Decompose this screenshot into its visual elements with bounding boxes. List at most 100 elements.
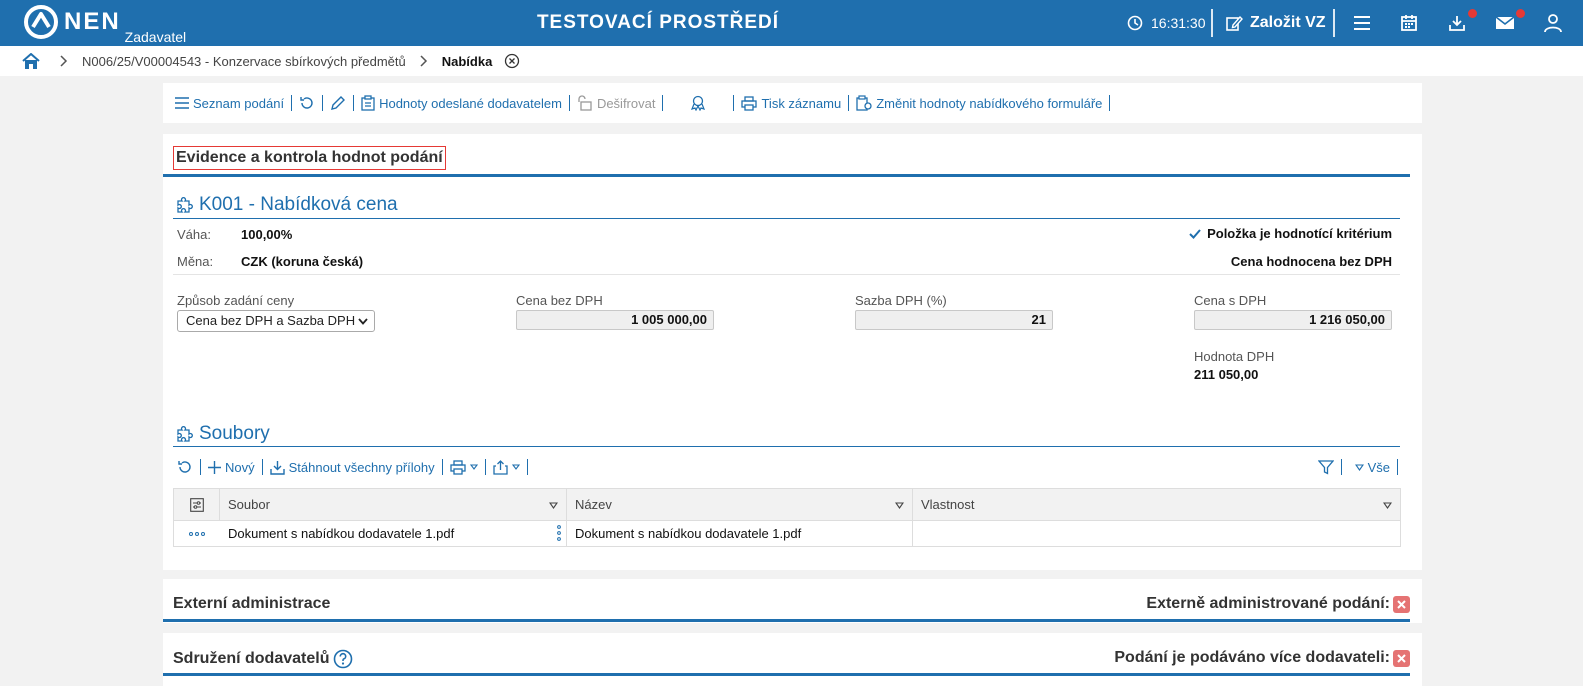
toolbar-divider [291, 95, 293, 111]
weight-value: 100,00% [241, 227, 293, 242]
column-filter-icon[interactable] [1383, 502, 1392, 509]
toolbar-divider [322, 95, 324, 111]
top-bar: NEN Zadavatel TESTOVACÍ PROSTŘEDÍ 16:31:… [0, 0, 1583, 46]
toolbar-divider [526, 459, 528, 475]
column-header-file[interactable]: Soubor [220, 489, 567, 520]
user-button[interactable] [1544, 0, 1562, 46]
award-button[interactable] [666, 95, 730, 111]
evidence-panel: Evidence a kontrola hodnot podání K001 -… [163, 134, 1422, 570]
price-mode-select[interactable]: Cena bez DPH a Sazba DPH [177, 310, 375, 332]
cell-name: Dokument s nabídkou dodavatele 1.pdf [567, 521, 913, 546]
award-icon [691, 95, 706, 111]
table-row[interactable]: Dokument s nabídkou dodavatele 1.pdf Dok… [174, 521, 1400, 546]
change-form-values-button[interactable]: Změnit hodnoty nabídkového formuláře [852, 95, 1106, 111]
menu-button[interactable] [1353, 0, 1371, 46]
section-rule [163, 619, 1410, 622]
toolbar-divider [848, 95, 850, 111]
files-heading: Soubory [175, 423, 270, 445]
breadcrumb-current: Nabídka [441, 53, 493, 69]
refresh-button[interactable] [295, 95, 319, 111]
more-vertical-icon[interactable] [557, 525, 561, 541]
section-title: Evidence a kontrola hodnot podání [173, 146, 446, 170]
column-filter-icon[interactable] [549, 502, 558, 509]
downloads-badge [1468, 9, 1477, 18]
filter-all-button[interactable]: Vše [1345, 460, 1394, 475]
print-record-label: Tisk záznamu [761, 95, 842, 111]
decrypt-label: Dešifrovat [596, 95, 656, 111]
refresh-icon [300, 97, 313, 109]
vat-value-label: Hodnota DPH [1194, 349, 1275, 364]
cell-file-text: Dokument s nabídkou dodavatele 1.pdf [228, 526, 455, 541]
divider [173, 274, 1400, 275]
action-toolbar: Seznam podání Hodnoty odeslané dodavatel… [163, 83, 1422, 123]
consortium-panel: Sdružení dodavatelů Podání je podáváno v… [163, 633, 1422, 686]
calendar-button[interactable] [1400, 0, 1418, 46]
create-vz-button[interactable]: Založit VZ [1225, 0, 1326, 46]
price-evaluation-note: Cena hodnocena bez DPH [1230, 254, 1392, 269]
decrypt-button[interactable]: Dešifrovat [573, 95, 660, 111]
toolbar-divider [353, 95, 355, 111]
clipboard-icon [361, 95, 375, 111]
supplier-values-button[interactable]: Hodnoty odeslané dodavatelem [357, 95, 566, 111]
toolbar-divider [568, 95, 570, 111]
price-mode-value: Cena bez DPH a Sazba DPH [186, 313, 356, 328]
breadcrumb-procurement[interactable]: N006/25/V00004543 - Konzervace sbírkovýc… [82, 54, 406, 69]
column-header-name[interactable]: Název [567, 489, 913, 520]
external-admin-status [1393, 596, 1410, 613]
row-actions-button[interactable] [174, 521, 220, 546]
pencil-icon [331, 96, 346, 110]
column-filter-icon[interactable] [895, 502, 904, 509]
column-header-file-label: Soubor [228, 497, 270, 512]
consortium-heading: Sdružení dodavatelů [173, 649, 353, 669]
toolbar-divider [662, 95, 664, 111]
download-all-button[interactable]: Stáhnout všechny přílohy [266, 460, 439, 475]
list-icon [175, 97, 189, 109]
price-no-vat-field[interactable]: 1 005 000,00 [516, 310, 714, 330]
cell-file[interactable]: Dokument s nabídkou dodavatele 1.pdf [220, 521, 567, 546]
currency-value: CZK (koruna česká) [241, 254, 364, 269]
puzzle-icon [177, 426, 193, 442]
currency-label: Měna: [177, 254, 214, 269]
consortium-status [1393, 650, 1410, 667]
external-admin-panel: Externí administrace Externě administrov… [163, 579, 1422, 623]
toolbar-divider [1340, 459, 1342, 475]
chevron-right-icon [420, 55, 427, 67]
criterion-heading: K001 - Nabídková cena [175, 194, 398, 216]
home-icon[interactable] [22, 52, 40, 70]
clock-time: 16:31:30 [1151, 15, 1206, 31]
export-menu-button[interactable] [489, 459, 524, 475]
files-rule [173, 446, 1400, 447]
price-vat-field[interactable]: 1 216 050,00 [1194, 310, 1392, 330]
checkmark-icon [1189, 228, 1201, 239]
new-file-button[interactable]: Nový [204, 460, 259, 475]
files-refresh-button[interactable] [173, 459, 197, 475]
vat-rate-field[interactable]: 21 [855, 310, 1053, 330]
messages-badge [1516, 9, 1525, 18]
help-icon[interactable] [333, 649, 353, 669]
column-header-name-label: Název [575, 497, 612, 512]
column-header-property[interactable]: Vlastnost [913, 489, 1400, 520]
print-record-button[interactable]: Tisk záznamu [737, 96, 845, 111]
triangle-down-icon [511, 464, 520, 470]
close-icon [1397, 600, 1406, 609]
consortium-title: Sdružení dodavatelů [173, 650, 330, 667]
column-settings-button[interactable] [174, 489, 220, 520]
submissions-list-button[interactable]: Seznam podání [171, 96, 288, 111]
column-header-property-label: Vlastnost [921, 497, 975, 512]
edit-button[interactable] [326, 95, 350, 111]
form-settings-icon [856, 95, 872, 111]
share-icon [492, 459, 508, 475]
filter-button[interactable] [1314, 459, 1338, 475]
downloads-button[interactable] [1448, 0, 1477, 46]
price-vat-label: Cena s DPH [1194, 293, 1267, 308]
vat-rate-label: Sazba DPH (%) [855, 293, 947, 308]
hamburger-icon [1354, 16, 1370, 30]
toolbar-divider [200, 459, 201, 475]
criterion-rule [173, 218, 1400, 219]
close-tab-icon[interactable] [504, 53, 520, 69]
consortium-label: Podání je podáváno více dodavateli: [1114, 649, 1390, 666]
printer-icon [449, 459, 466, 475]
print-menu-button[interactable] [446, 459, 482, 475]
clock-icon [1127, 15, 1143, 31]
messages-button[interactable] [1495, 0, 1525, 46]
